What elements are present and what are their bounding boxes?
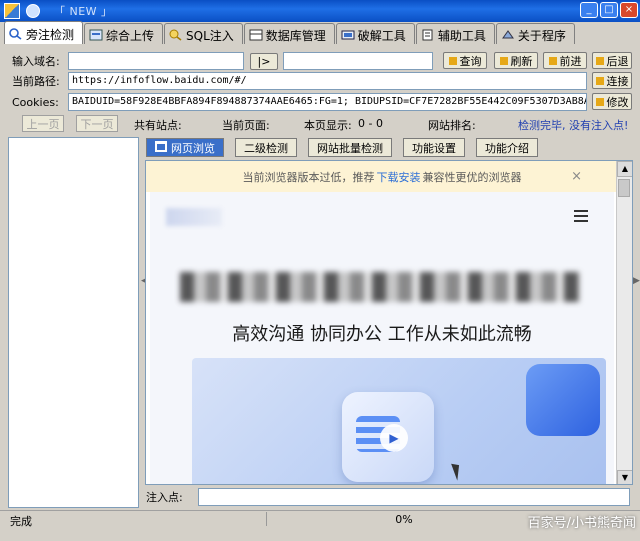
blurred-banner bbox=[180, 272, 580, 302]
settings-button[interactable]: 功能设置 bbox=[403, 138, 465, 157]
tab-label: 数据库管理 bbox=[265, 28, 326, 43]
browser-icon bbox=[155, 140, 167, 155]
prev-page-button[interactable]: 上一页 bbox=[22, 115, 64, 132]
batch-detect-button[interactable]: 网站批量检测 bbox=[308, 138, 392, 157]
app-icon bbox=[4, 3, 20, 19]
main-tabs: 旁注检测 综合上传 SQL注入 数据库管理 破解工具 辅助工具 关于程序 bbox=[4, 21, 575, 44]
current-page-label: 当前页面: bbox=[222, 119, 270, 132]
web-view[interactable]: 当前浏览器版本过低，推荐 下载安装 兼容性更优的浏览器 × 高效沟通 协同办公 … bbox=[145, 160, 633, 485]
page-show-value: 0 - 0 bbox=[358, 117, 383, 130]
tab-crack-tools[interactable]: 破解工具 bbox=[335, 23, 415, 44]
flag-icon bbox=[595, 56, 604, 65]
rank-label: 网站排名: bbox=[428, 119, 476, 132]
next-page-button[interactable]: 下一页 bbox=[76, 115, 118, 132]
close-notice-icon[interactable]: × bbox=[571, 169, 582, 184]
crack-icon bbox=[341, 29, 355, 41]
sites-label: 共有站点: bbox=[134, 119, 182, 132]
browser-toolbar: 网页浏览 二级检测 网站批量检测 功能设置 功能介绍 bbox=[146, 138, 538, 157]
tab-label: 综合上传 bbox=[106, 28, 155, 43]
close-icon[interactable]: × bbox=[620, 2, 638, 18]
tab-side-detect[interactable]: 旁注检测 bbox=[4, 21, 84, 44]
status-separator bbox=[266, 512, 267, 526]
collapse-right-icon[interactable]: ▶ bbox=[633, 276, 640, 288]
tab-helper-tools[interactable]: 辅助工具 bbox=[415, 23, 495, 44]
tools-icon bbox=[421, 29, 435, 41]
tab-label: 旁注检测 bbox=[26, 27, 75, 42]
tab-label: SQL注入 bbox=[186, 28, 234, 43]
second-level-detect-button[interactable]: 二级检测 bbox=[235, 138, 297, 157]
scroll-down-icon[interactable]: ▼ bbox=[617, 470, 632, 484]
window-title: 「 NEW 」 bbox=[54, 5, 113, 18]
tab-sql-injection[interactable]: SQL注入 bbox=[164, 23, 243, 44]
maximize-icon[interactable]: □ bbox=[600, 2, 618, 18]
modify-button[interactable]: 修改 bbox=[592, 93, 632, 110]
web-browse-button[interactable]: 网页浏览 bbox=[146, 138, 224, 157]
minimize-icon[interactable]: _ bbox=[580, 2, 598, 18]
menu-icon[interactable] bbox=[574, 210, 588, 222]
scroll-thumb[interactable] bbox=[618, 179, 630, 197]
path-input[interactable]: https://infoflow.baidu.com/#/ bbox=[68, 72, 587, 90]
cursor-icon bbox=[451, 461, 464, 481]
domain-label: 输入域名: bbox=[12, 55, 60, 68]
site-logo bbox=[166, 208, 222, 226]
page-show-label: 本页显示: bbox=[304, 119, 352, 132]
user-icon bbox=[26, 4, 40, 18]
tab-label: 破解工具 bbox=[357, 28, 406, 43]
download-link[interactable]: 下载安装 bbox=[377, 169, 421, 185]
tab-about[interactable]: 关于程序 bbox=[495, 23, 575, 44]
tab-label: 辅助工具 bbox=[437, 28, 486, 43]
vertical-scrollbar[interactable]: ▲ ▼ bbox=[616, 161, 632, 484]
progress-text: 0% bbox=[395, 513, 413, 526]
scroll-up-icon[interactable]: ▲ bbox=[617, 161, 632, 177]
path-label: 当前路径: bbox=[12, 75, 60, 88]
domain-input[interactable] bbox=[68, 52, 244, 70]
connect-button[interactable]: 连接 bbox=[592, 72, 632, 89]
go-button[interactable]: |> bbox=[250, 52, 278, 70]
search-icon bbox=[9, 28, 23, 40]
flag-icon bbox=[595, 76, 604, 85]
database-icon bbox=[249, 29, 263, 41]
intro-button[interactable]: 功能介绍 bbox=[476, 138, 538, 157]
hero-image: ▶ bbox=[192, 358, 606, 484]
watermark: 百家号/小书熊奇闻 bbox=[527, 516, 636, 531]
secondary-input[interactable] bbox=[283, 52, 433, 70]
status-bar: 完成 0% 百家号/小书熊奇闻 bbox=[0, 510, 640, 541]
flag-icon bbox=[548, 56, 557, 65]
flag-icon bbox=[499, 56, 508, 65]
query-button[interactable]: 查询 bbox=[443, 52, 487, 69]
sql-icon bbox=[169, 29, 183, 41]
tab-upload[interactable]: 综合上传 bbox=[84, 23, 164, 44]
injection-row: 注入点: bbox=[146, 488, 630, 506]
flag-icon bbox=[595, 97, 604, 106]
injection-label: 注入点: bbox=[146, 491, 183, 504]
injection-input[interactable] bbox=[198, 488, 630, 506]
tab-database[interactable]: 数据库管理 bbox=[243, 23, 335, 44]
cookies-label: Cookies: bbox=[12, 95, 59, 109]
page-headline: 高效沟通 协同办公 工作从未如此流畅 bbox=[232, 324, 532, 345]
cube-graphic bbox=[526, 364, 600, 436]
status-text: 完成 bbox=[10, 515, 32, 528]
site-list[interactable] bbox=[8, 137, 139, 508]
web-page: 高效沟通 协同办公 工作从未如此流畅 ▶ bbox=[150, 192, 614, 484]
detect-message: 检测完毕, 没有注入点! bbox=[518, 119, 629, 132]
flag-icon bbox=[448, 56, 457, 65]
refresh-button[interactable]: 刷新 bbox=[494, 52, 538, 69]
tab-label: 关于程序 bbox=[517, 28, 566, 43]
upload-icon bbox=[89, 29, 103, 41]
back-button[interactable]: 后退 bbox=[592, 52, 632, 69]
about-icon bbox=[501, 29, 515, 41]
play-icon[interactable]: ▶ bbox=[380, 424, 408, 452]
title-bar: 「 NEW 」 _ □ × bbox=[0, 0, 640, 22]
forward-button[interactable]: 前进 bbox=[543, 52, 587, 69]
browser-notice: 当前浏览器版本过低，推荐 下载安装 兼容性更优的浏览器 × bbox=[146, 161, 618, 192]
cookies-input[interactable]: BAIDUID=58F928E4BBFA894F894887374AAE6465… bbox=[68, 93, 587, 111]
